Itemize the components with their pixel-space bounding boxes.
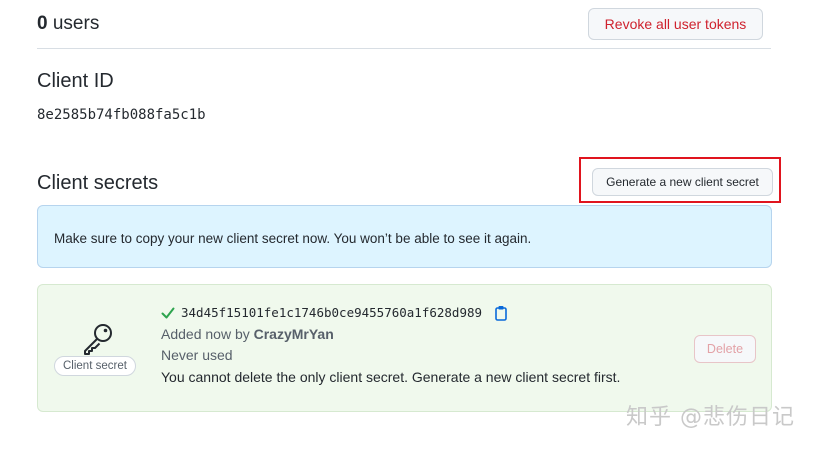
flash-message-text: Make sure to copy your new client secret… (54, 231, 532, 246)
client-id-title: Client ID (37, 70, 114, 92)
watermark: 知乎 @悲伤日记 (626, 405, 795, 430)
users-count-number: 0 (37, 13, 48, 34)
client-secret-value: 34d45f15101fe1c1746b0ce9455760a1f628d989 (181, 305, 483, 320)
client-secret-badge: Client secret (54, 356, 136, 376)
client-id-value: 8e2585b74fb088fa5c1b (37, 107, 206, 123)
usage-status: Never used (161, 347, 233, 363)
users-row: 0 users Revoke all user tokens (37, 0, 771, 49)
delete-secret-button[interactable]: Delete (694, 335, 756, 363)
generate-client-secret-button[interactable]: Generate a new client secret (592, 168, 773, 196)
info-flash-message: Make sure to copy your new client secret… (37, 205, 772, 268)
key-icon (84, 324, 112, 355)
added-by-line: Added now by CrazyMrYan (161, 326, 334, 342)
added-prefix: Added now by (161, 326, 250, 342)
client-secrets-title: Client secrets (37, 172, 159, 194)
users-count: 0 users (37, 13, 99, 35)
delete-restriction-note: You cannot delete the only client secret… (161, 369, 621, 385)
copy-icon[interactable] (494, 305, 508, 321)
client-secret-card: Client secret 34d45f15101fe1c1746b0ce945… (37, 284, 772, 412)
added-by-user: CrazyMrYan (253, 326, 334, 342)
users-count-label: users (52, 13, 100, 34)
check-icon (161, 307, 175, 319)
revoke-all-tokens-button[interactable]: Revoke all user tokens (588, 8, 763, 40)
